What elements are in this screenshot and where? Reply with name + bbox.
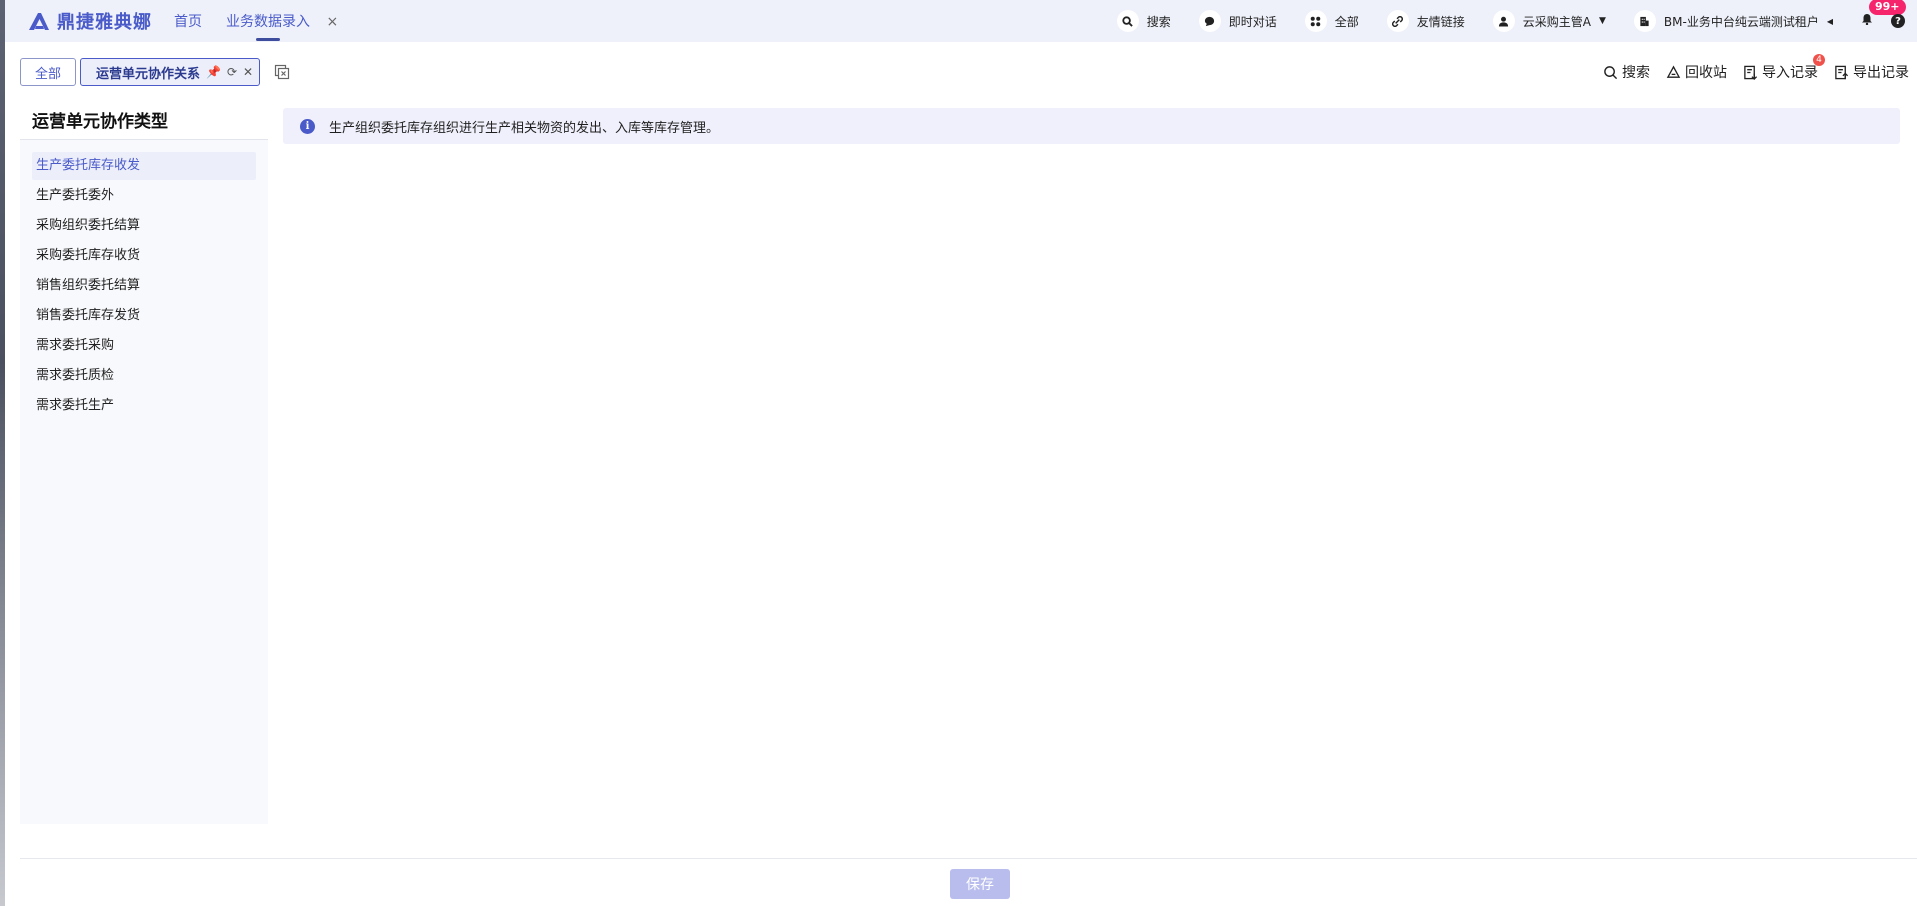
bell-icon <box>1862 14 1872 26</box>
search-icon <box>1116 10 1139 32</box>
save-button[interactable]: 保存 <box>950 869 1010 899</box>
caret-down-icon: ▼ <box>1599 16 1606 26</box>
athena-logo-icon <box>29 13 49 30</box>
friendly-links-button[interactable]: 友情链接 <box>1386 10 1465 32</box>
nav-business-data-entry-label: 业务数据录入 <box>226 14 310 30</box>
user-name: 云采购主管A <box>1522 14 1591 29</box>
refresh-icon[interactable]: ⟳ <box>227 65 237 79</box>
all-apps-label: 全部 <box>1334 14 1359 29</box>
building-icon <box>1633 10 1656 32</box>
sidebar-list: 生产委托库存收发 生产委托委外 采购组织委托结算 采购委托库存收货 销售组织委托… <box>20 140 268 420</box>
export-records-label: 导出记录 <box>1853 65 1909 81</box>
nav-home[interactable]: 首页 <box>174 7 202 35</box>
page-tabs: 全部 运营单元协作关系 📌 ⟳ ✕ <box>20 58 290 86</box>
info-message-text: 生产组织委托库存组织进行生产相关物资的发出、入库等库存管理。 <box>329 120 720 136</box>
tenant-switcher[interactable]: BM-业务中台纯云端测试租户 ◀ <box>1633 10 1833 32</box>
notification-count-badge: 99+ <box>1869 0 1906 15</box>
import-records-label: 导入记录 <box>1762 65 1818 81</box>
sidebar-item-production-consignment-inventory[interactable]: 生产委托库存收发 <box>32 152 256 180</box>
export-record-icon <box>1835 65 1849 79</box>
main-nav: 首页 业务数据录入 × <box>174 7 338 41</box>
tenant-name: BM-业务中台纯云端测试租户 <box>1663 14 1819 29</box>
recycle-bin-button[interactable]: 回收站 <box>1666 62 1727 82</box>
sidebar-item-purchase-org-settlement[interactable]: 采购组织委托结算 <box>32 212 256 240</box>
all-apps-button[interactable]: 全部 <box>1304 10 1359 32</box>
page-actions: 搜索 回收站 导入记录 4 导出记录 <box>1603 54 1909 82</box>
close-icon[interactable]: × <box>326 14 338 30</box>
sidebar-title: 运营单元协作类型 <box>20 100 268 140</box>
link-icon <box>1386 10 1409 32</box>
user-menu[interactable]: 云采购主管A ▼ <box>1492 10 1606 32</box>
notifications-button[interactable]: 99+ <box>1861 0 1906 29</box>
instant-chat-button[interactable]: 即时对话 <box>1198 10 1277 32</box>
footer-divider <box>20 858 1917 859</box>
search-icon <box>1604 65 1618 79</box>
help-icon: ? <box>1891 14 1905 28</box>
sidebar-item-purchase-inventory-receipt[interactable]: 采购委托库存收货 <box>32 242 256 270</box>
tab-label: 运营单元协作关系 <box>96 66 201 82</box>
chat-icon <box>1198 10 1221 32</box>
brand-name: 鼎捷雅典娜 <box>57 12 152 33</box>
recycle-icon <box>1666 65 1681 78</box>
top-bar: 鼎捷雅典娜 首页 业务数据录入 × 搜索 即时对话 全部 友情链接 云采购主管A… <box>5 0 1917 42</box>
recycle-bin-label: 回收站 <box>1685 65 1727 81</box>
search-button[interactable]: 搜索 <box>1603 62 1650 82</box>
info-icon: i <box>300 118 315 134</box>
sidebar-item-demand-purchase[interactable]: 需求委托采购 <box>32 332 256 360</box>
import-count-badge: 4 <box>1813 54 1825 66</box>
caret-icon: ◀ <box>1826 16 1833 26</box>
tab-operating-unit-collaboration[interactable]: 运营单元协作关系 📌 ⟳ ✕ <box>80 58 261 86</box>
grid-icon <box>1304 10 1327 32</box>
sidebar-item-sales-inventory-shipment[interactable]: 销售委托库存发货 <box>32 302 256 330</box>
sidebar-item-demand-production[interactable]: 需求委托生产 <box>32 392 256 420</box>
global-search-label: 搜索 <box>1146 14 1171 29</box>
sidebar-item-production-outsourcing[interactable]: 生产委托委外 <box>32 182 256 210</box>
user-icon <box>1492 10 1515 32</box>
window-edge <box>0 0 5 906</box>
import-record-icon <box>1744 65 1758 80</box>
sidebar-item-demand-inspection[interactable]: 需求委托质检 <box>32 362 256 390</box>
info-message-bar: i 生产组织委托库存组织进行生产相关物资的发出、入库等库存管理。 <box>283 108 1900 144</box>
instant-chat-label: 即时对话 <box>1228 14 1277 29</box>
close-tab-icon[interactable]: ✕ <box>243 65 253 79</box>
global-search-button[interactable]: 搜索 <box>1116 10 1171 32</box>
brand-logo[interactable]: 鼎捷雅典娜 <box>27 8 152 34</box>
pin-icon[interactable]: 📌 <box>206 65 221 79</box>
nav-business-data-entry[interactable]: 业务数据录入 × <box>226 7 338 41</box>
search-button-label: 搜索 <box>1622 65 1650 81</box>
sidebar-item-sales-org-settlement[interactable]: 销售组织委托结算 <box>32 272 256 300</box>
tab-all[interactable]: 全部 <box>20 58 77 86</box>
close-all-tabs-icon[interactable] <box>274 64 290 80</box>
top-right-tools: 搜索 即时对话 全部 友情链接 云采购主管A ▼ BM-业务中台纯云端测试租户 … <box>1116 0 1917 42</box>
collaboration-type-sidebar: 运营单元协作类型 生产委托库存收发 生产委托委外 采购组织委托结算 采购委托库存… <box>20 100 268 824</box>
help-button[interactable]: ? <box>1891 14 1905 28</box>
friendly-links-label: 友情链接 <box>1416 14 1465 29</box>
export-records-button[interactable]: 导出记录 <box>1834 62 1909 82</box>
import-records-button[interactable]: 导入记录 4 <box>1743 54 1825 82</box>
